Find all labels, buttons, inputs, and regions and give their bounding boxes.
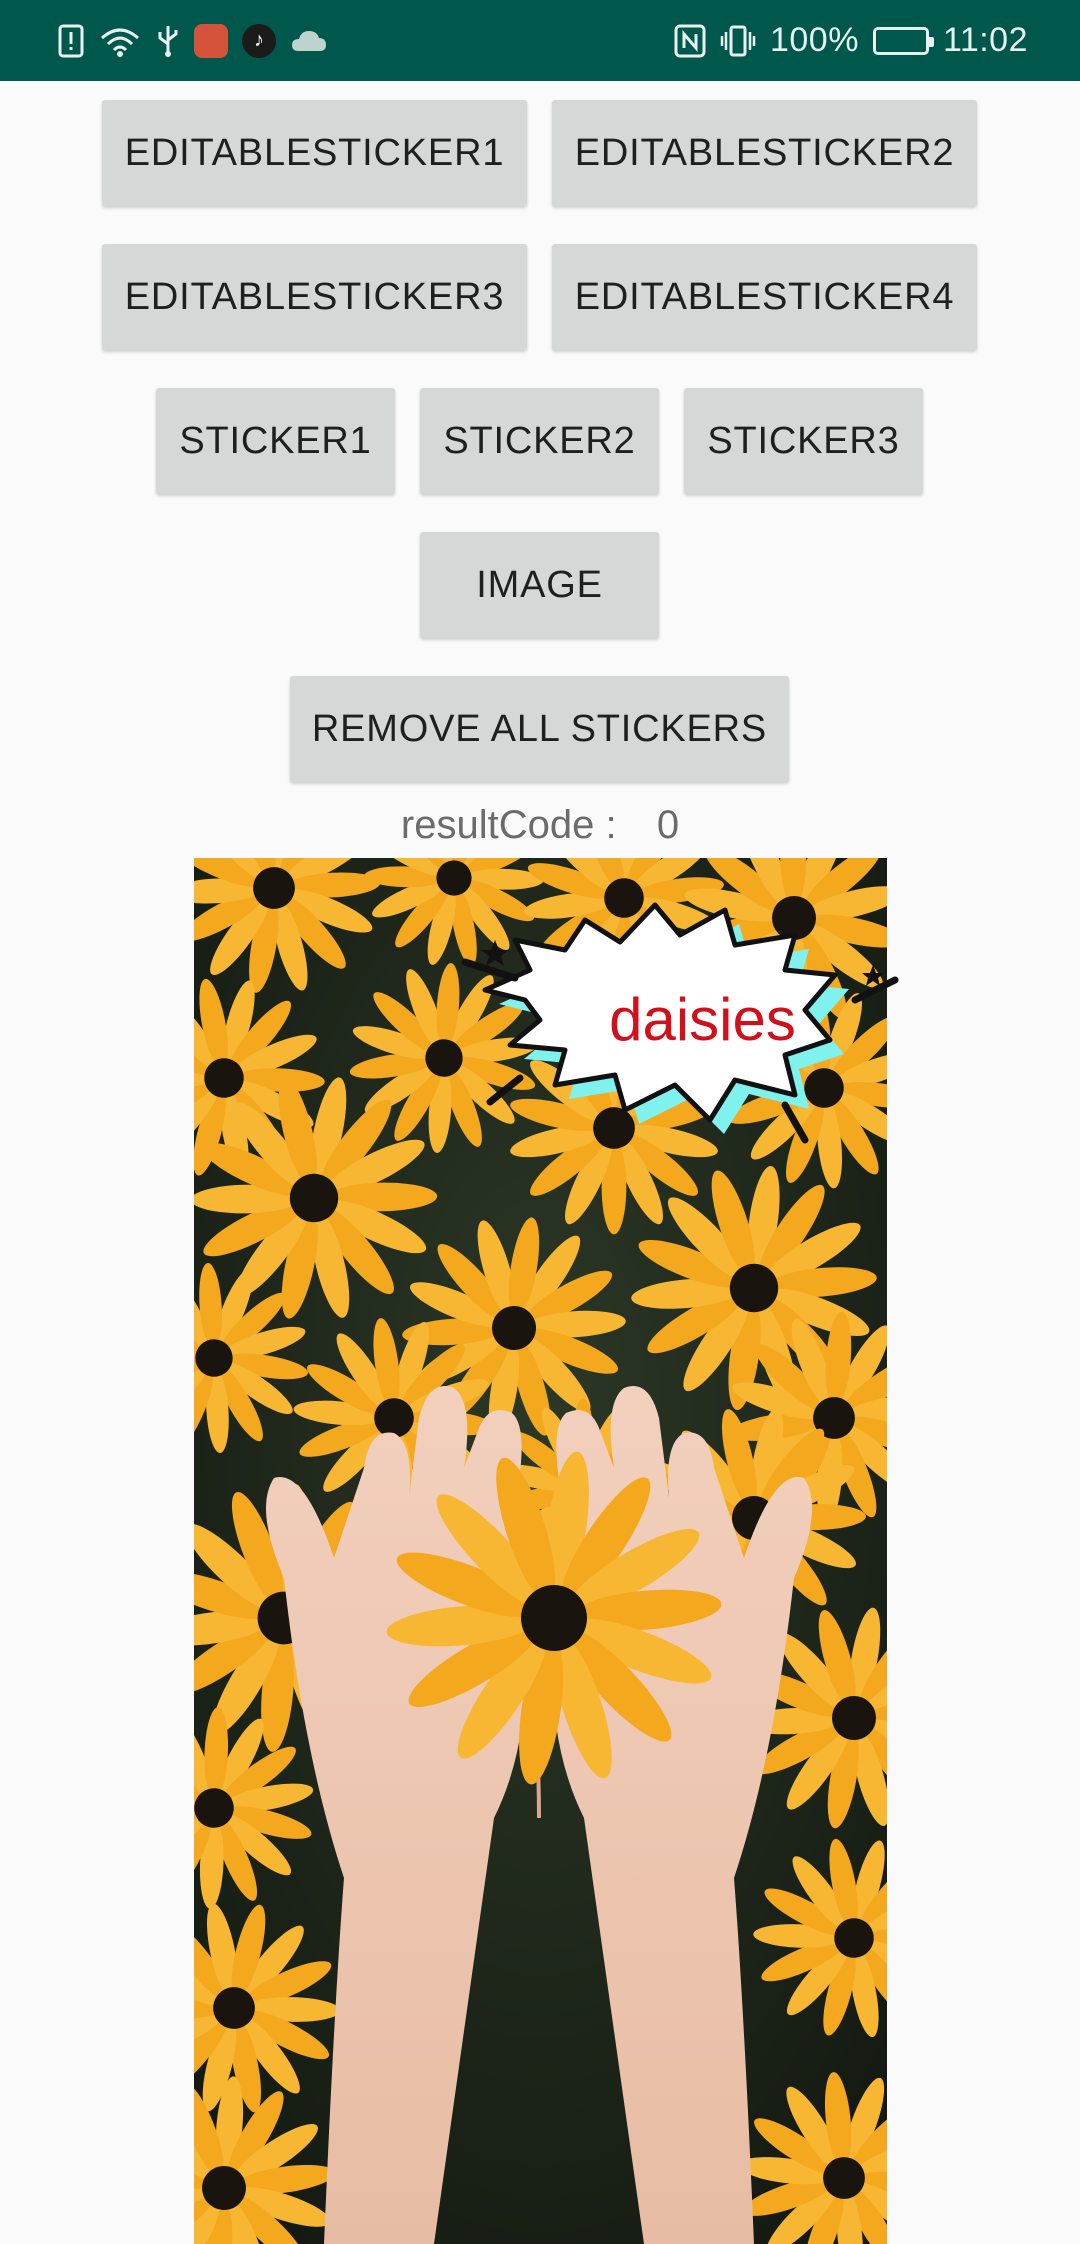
battery-icon (872, 26, 934, 55)
result-code-label: resultCode : (400, 803, 617, 847)
alert-icon (58, 24, 84, 58)
editable-sticker-1-button[interactable]: EDITABLESTICKER1 (102, 100, 527, 206)
status-bar-left: ♪ (58, 23, 328, 58)
remove-all-stickers-button[interactable]: REMOVE ALL STICKERS (290, 676, 789, 782)
usb-icon (156, 24, 180, 58)
editable-sticker-2-button[interactable]: EDITABLESTICKER2 (552, 100, 977, 206)
editable-sticker-3-button[interactable]: EDITABLESTICKER3 (102, 244, 527, 350)
nfc-icon (674, 24, 706, 58)
editable-sticker-4-button[interactable]: EDITABLESTICKER4 (552, 244, 977, 350)
wifi-icon (98, 24, 142, 58)
status-bar: ♪ 100% 11:02 (0, 0, 1080, 81)
sticker-1-button[interactable]: STICKER1 (156, 388, 395, 494)
result-code-value: 0 (656, 803, 680, 847)
status-bar-right: 100% 11:02 (674, 21, 1028, 60)
cloud-icon (290, 27, 328, 55)
tiktok-icon: ♪ (242, 23, 276, 58)
speech-bubble-sticker[interactable]: daisies (455, 880, 910, 1150)
sticker-3-button[interactable]: STICKER3 (684, 388, 923, 494)
battery-percent: 100% (769, 21, 859, 59)
clock: 11:02 (942, 21, 1028, 59)
sticker-2-button[interactable]: STICKER2 (420, 388, 659, 494)
vibrate-icon (720, 24, 756, 58)
image-button[interactable]: IMAGE (420, 532, 659, 638)
result-code: resultCode : 0 (0, 803, 1080, 859)
sticker-text[interactable]: daisies (455, 880, 910, 1150)
app-notification-icon (194, 23, 228, 58)
